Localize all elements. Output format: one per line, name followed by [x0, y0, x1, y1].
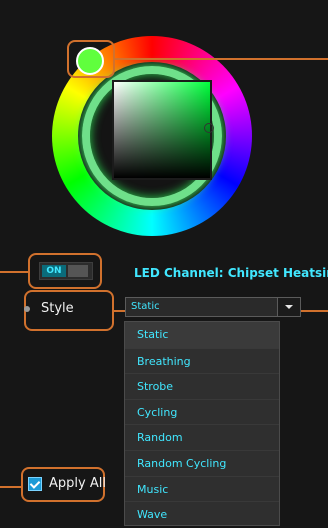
apply-all-checkbox[interactable] — [28, 477, 42, 491]
style-option-random[interactable]: Random — [125, 424, 279, 450]
style-option-wave[interactable]: Wave — [125, 501, 279, 527]
toggle-on-label: ON — [42, 265, 66, 277]
apply-all-label[interactable]: Apply All — [49, 476, 106, 491]
style-select[interactable]: Static — [125, 297, 301, 317]
color-picker[interactable] — [0, 0, 328, 236]
style-option-cycling[interactable]: Cycling — [125, 398, 279, 425]
callout-line-apply-all — [0, 486, 21, 488]
saturation-value-square[interactable] — [114, 82, 210, 178]
style-bullet-icon — [24, 306, 30, 312]
chevron-down-icon[interactable] — [277, 298, 300, 316]
style-option-random-cycling[interactable]: Random Cycling — [125, 449, 279, 476]
style-option-strobe[interactable]: Strobe — [125, 373, 279, 399]
led-channel-label: LED Channel: Chipset Heatsink — [134, 266, 328, 280]
style-label: Style — [41, 301, 74, 316]
style-option-music[interactable]: Music — [125, 475, 279, 502]
style-option-breathing[interactable]: Breathing — [125, 347, 279, 374]
callout-hue-handle — [67, 40, 115, 78]
style-option-static[interactable]: Static — [125, 322, 279, 348]
style-options-menu: Static Breathing Strobe Cycling Random R… — [124, 321, 280, 526]
saturation-value-handle[interactable] — [204, 123, 214, 133]
callout-line-hue-handle — [114, 58, 328, 60]
led-toggle-switch[interactable]: ON — [39, 262, 93, 280]
style-select-value: Static — [131, 301, 160, 312]
toggle-knob — [68, 265, 88, 277]
callout-line-toggle — [0, 271, 28, 273]
